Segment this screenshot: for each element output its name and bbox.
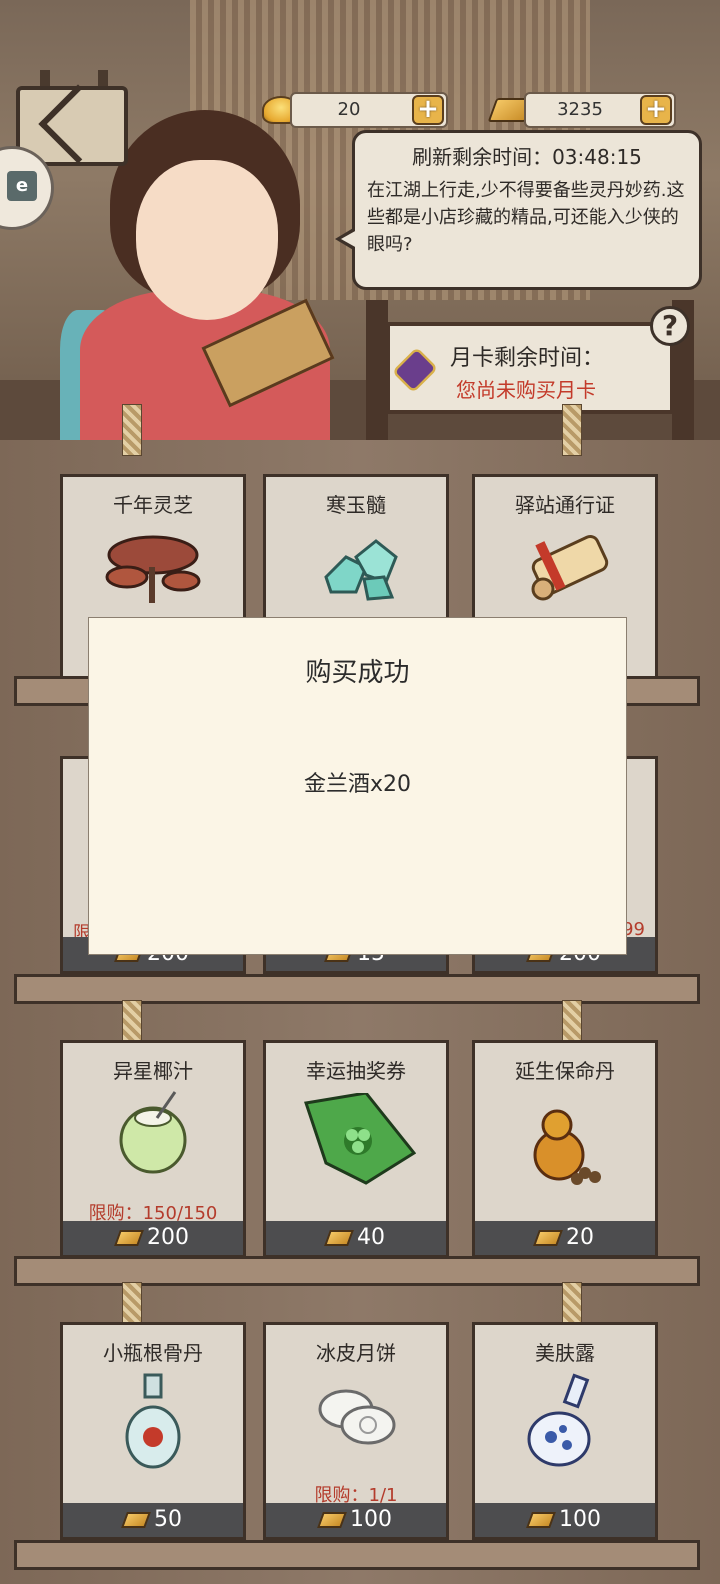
shelf-board [14, 1256, 700, 1286]
gold-bar-icon [526, 1512, 556, 1528]
shop-item-card[interactable]: 小瓶根骨丹 50 [60, 1322, 246, 1540]
sign-post-left [366, 300, 388, 450]
shelf-board [14, 1540, 700, 1570]
item-name: 异星椰汁 [113, 1059, 193, 1083]
shopkeeper-dialogue: 在江湖上行走,少不得要备些灵丹妙药.这些都是小店珍藏的精品,可还能入少侠的眼吗? [367, 180, 685, 255]
item-name: 寒玉髓 [326, 493, 386, 517]
item-name: 美肤露 [535, 1341, 595, 1365]
rope [122, 404, 142, 456]
shop-item-card[interactable]: 延生保命丹 20 [472, 1040, 658, 1258]
item-price[interactable]: 100 [475, 1503, 655, 1537]
monthly-card-badge-icon [391, 346, 439, 394]
item-name: 延生保命丹 [515, 1059, 615, 1083]
face [136, 160, 278, 320]
item-name: 幸运抽奖券 [306, 1059, 406, 1083]
porcelain-vase-icon [515, 1371, 615, 1471]
monthly-card-title: 月卡剩余时间： [450, 346, 605, 371]
gold-currency-bar: 3235 + [524, 92, 676, 128]
price-value: 20 [566, 1225, 594, 1250]
item-name: 千年灵芝 [113, 493, 193, 517]
item-name: 冰皮月饼 [316, 1341, 396, 1365]
help-button[interactable]: ? [650, 306, 690, 346]
item-name: 驿站通行证 [515, 493, 615, 517]
purchase-success-dialog[interactable]: 购买成功 金兰酒x20 [88, 617, 627, 955]
bubble-tail-inner [341, 230, 357, 248]
dialog-message: 金兰酒x20 [303, 772, 411, 797]
coconut-icon [103, 1091, 203, 1174]
item-price[interactable]: 50 [63, 1503, 243, 1537]
ingot-amount: 20 [337, 99, 361, 120]
price-value: 40 [357, 1225, 385, 1250]
gourd-pills-icon [515, 1095, 615, 1195]
rope [562, 404, 582, 456]
monthly-card-status: 您尚未购买月卡 [456, 378, 596, 402]
lingzhi-mushroom-icon [103, 527, 203, 607]
shop-item-card[interactable]: 异星椰汁 限购：150/150 200 [60, 1040, 246, 1258]
gold-bar-icon [533, 1230, 563, 1246]
chevron-left-icon [38, 84, 118, 164]
shop-item-card[interactable]: 美肤露 100 [472, 1322, 658, 1540]
shopkeeper-speech-bubble: 刷新剩余时间：03:48:15 在江湖上行走,少不得要备些灵丹妙药.这些都是小店… [335, 130, 702, 290]
item-price[interactable]: 40 [266, 1221, 446, 1255]
gold-bar-icon [114, 1230, 144, 1246]
monthly-card-sign[interactable]: 月卡剩余时间： 您尚未购买月卡 [386, 322, 674, 414]
item-name: 小瓶根骨丹 [103, 1341, 203, 1365]
price-value: 100 [559, 1507, 601, 1532]
refresh-timer: 刷新剩余时间：03:48:15 [412, 145, 642, 169]
item-price[interactable]: 200 [63, 1221, 243, 1255]
gold-bar-icon [324, 1230, 354, 1246]
scroll-pass-icon [515, 527, 615, 607]
gold-bar-icon [121, 1512, 151, 1528]
ingot-currency-bar: 20 + [290, 92, 448, 128]
price-value: 200 [147, 1225, 189, 1250]
shelf-board [14, 974, 700, 1004]
item-price[interactable]: 100 [266, 1503, 446, 1537]
jade-crystal-icon [306, 527, 406, 607]
side-tab-icon: e [7, 171, 37, 201]
add-gold-button[interactable]: + [640, 95, 672, 125]
price-value: 100 [350, 1507, 392, 1532]
mooncake-icon [306, 1375, 406, 1455]
gold-amount: 3235 [557, 99, 603, 120]
add-ingot-button[interactable]: + [412, 95, 444, 125]
price-value: 50 [154, 1507, 182, 1532]
dialog-title: 购买成功 [305, 658, 410, 688]
lottery-ticket-icon [296, 1093, 416, 1193]
item-price[interactable]: 20 [475, 1221, 655, 1255]
shop-item-card[interactable]: 冰皮月饼 限购：1/1 100 [263, 1322, 449, 1540]
gold-bar-icon [317, 1512, 347, 1528]
medicine-bottle-icon [103, 1371, 203, 1471]
shop-item-card[interactable]: 幸运抽奖券 40 [263, 1040, 449, 1258]
